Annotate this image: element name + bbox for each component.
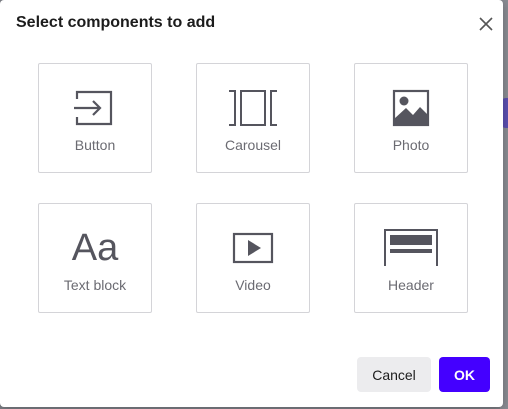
component-tile-photo[interactable]: Photo <box>354 63 468 173</box>
ok-button[interactable]: OK <box>439 357 490 392</box>
dialog-title: Select components to add <box>16 14 216 31</box>
text-block-icon: Aa <box>71 227 119 269</box>
close-icon <box>479 17 493 31</box>
cancel-button[interactable]: Cancel <box>357 357 431 392</box>
component-tile-video[interactable]: Video <box>196 203 310 313</box>
close-button[interactable] <box>474 12 498 36</box>
component-label: Button <box>74 137 116 153</box>
component-label: Carousel <box>224 137 282 153</box>
component-label: Video <box>235 277 271 293</box>
video-icon <box>232 232 274 264</box>
select-components-dialog: Select components to add Button Carousel <box>0 0 503 407</box>
component-label: Header <box>388 277 434 293</box>
header-icon <box>384 229 438 266</box>
component-label: Text block <box>63 277 127 293</box>
carousel-icon <box>229 90 277 126</box>
component-label: Photo <box>392 137 430 153</box>
component-tile-carousel[interactable]: Carousel <box>196 63 310 173</box>
button-icon <box>74 90 113 126</box>
component-tile-header[interactable]: Header <box>354 203 468 313</box>
component-tile-button[interactable]: Button <box>38 63 152 173</box>
photo-icon <box>392 89 430 127</box>
component-tile-text-block[interactable]: Aa Text block <box>38 203 152 313</box>
